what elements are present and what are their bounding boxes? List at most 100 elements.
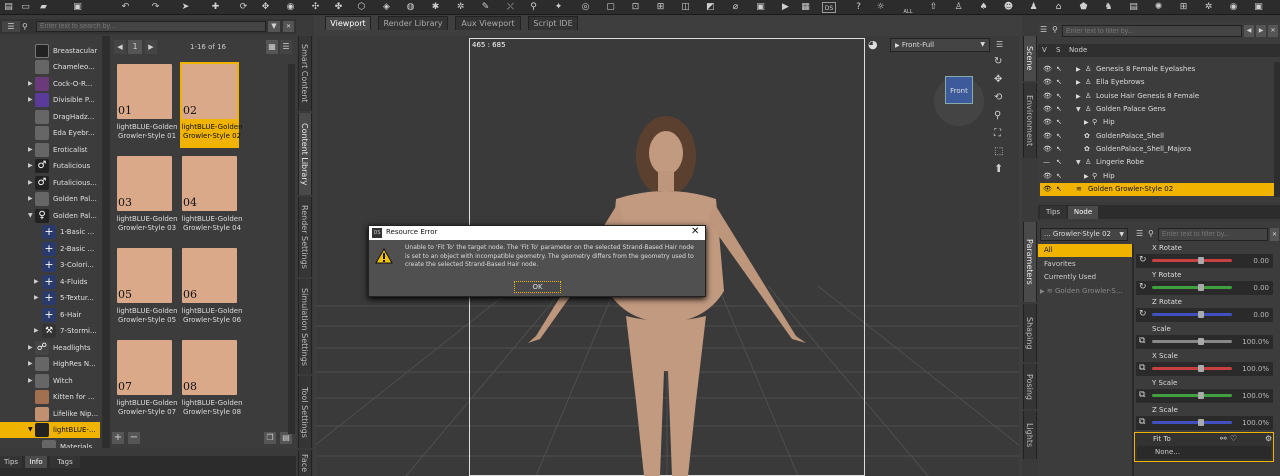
library-item[interactable]: 05 lightBLUE-Golden Growler-Style 05 [115, 246, 178, 332]
camera-icon[interactable]: ◎ [580, 2, 591, 13]
param-slider[interactable]: ↻ 0.00 [1136, 254, 1273, 268]
tree-item[interactable]: ▶ ⚒ 7-Stormi... [0, 323, 100, 339]
col-visible[interactable]: V [1042, 44, 1047, 57]
library-item[interactable]: 06 lightBLUE-Golden Growler-Style 06 [180, 246, 243, 332]
bulb-icon[interactable]: ✲ [1203, 2, 1214, 13]
clear-filter-icon[interactable]: ✕ [1268, 25, 1278, 37]
tab-tags[interactable]: Tags [50, 456, 80, 468]
up-icon[interactable]: ⬆ [994, 162, 1003, 175]
tree-item[interactable]: Kitten for ... [0, 389, 100, 405]
tab-tips[interactable]: Tips [1040, 206, 1066, 219]
sun-icon[interactable]: ☼ [875, 2, 886, 13]
tab-script-ide[interactable]: Script IDE [528, 16, 578, 30]
orbit-icon[interactable]: ↻ [994, 56, 1002, 67]
instance-icon[interactable]: ◩ [705, 2, 716, 13]
rotate-icon[interactable]: ⟳ [238, 2, 249, 13]
eye-icon[interactable]: 👁 [1043, 183, 1052, 196]
scroll-right-icon[interactable]: ▶ [1256, 25, 1266, 37]
camera-select[interactable]: ▶ Front-Full ▼ [890, 38, 990, 52]
param-y-scale[interactable]: Y Scale ⧉ 100.0% [1134, 378, 1274, 405]
expand-arrow-icon[interactable]: ▶ [28, 76, 33, 92]
menu-icon[interactable]: ☰ [996, 40, 1003, 49]
tab-face[interactable]: Face [298, 450, 312, 476]
slider-knob[interactable] [1198, 338, 1204, 345]
collapse-arrow-icon[interactable]: ▼ [28, 422, 33, 438]
save-icon[interactable]: ▣ [72, 2, 83, 13]
pointer-icon[interactable]: ↖ [1056, 76, 1062, 89]
group-currently-used[interactable]: Currently Used [1038, 271, 1132, 284]
group-favorites[interactable]: Favorites [1038, 258, 1132, 271]
tree-item[interactable]: ▶ ☍ Headlights [0, 340, 100, 356]
page-number[interactable]: 1 [128, 40, 142, 54]
scene-row[interactable]: 👁 ↖ ▶ ♙ Genesis 8 Female Eyelashes [1040, 63, 1274, 76]
pan-icon[interactable]: ✥ [994, 74, 1002, 85]
pointer-icon[interactable]: ↖ [1056, 103, 1062, 116]
render-settings-icon[interactable]: ⊞ [655, 2, 666, 13]
clear-filter-icon[interactable]: ✕ [1270, 228, 1279, 241]
expand-arrow-icon[interactable]: ▶ [28, 191, 33, 207]
tree-item[interactable]: ▶ Golden Pal... [0, 191, 100, 207]
param-value[interactable]: 0.00 [1253, 257, 1269, 265]
tree-item[interactable]: ▶ Witch [0, 373, 100, 389]
all-icon[interactable]: ALL [900, 2, 916, 15]
library-scrollbar[interactable] [288, 64, 295, 434]
undo-icon[interactable]: ↶ [120, 2, 131, 13]
eye-icon[interactable]: 👁 [1043, 143, 1052, 156]
param-slider[interactable]: ↻ 0.00 [1136, 281, 1273, 295]
pointer-icon[interactable]: ↖ [1056, 156, 1062, 169]
eye-closed-icon[interactable]: — [1043, 156, 1050, 169]
tree-item[interactable]: ▶ +4-Fluids [0, 274, 100, 290]
tab-environment[interactable]: Environment [1023, 83, 1037, 158]
tree-item[interactable]: ▶ Divisible P... [0, 92, 100, 108]
group-all[interactable]: All [1038, 244, 1132, 257]
param-fit-to[interactable]: Fit To ⚯ ♡ ⚙ None... [1134, 432, 1274, 462]
copy-icon[interactable]: ❐ [264, 432, 276, 444]
slider-knob[interactable] [1198, 257, 1204, 264]
scene-row-selected[interactable]: 👁 ↖ ≋ Golden Growler-Style 02 [1040, 183, 1274, 196]
expand-arrow-icon[interactable]: ▶ [28, 175, 33, 191]
grid-view-icon[interactable]: ▦ [266, 40, 278, 54]
expand-arrow-icon[interactable]: ▶ [1076, 90, 1081, 103]
param-scale[interactable]: Scale ⧉ 100.0% [1134, 324, 1274, 351]
render-icon[interactable]: ⊡ [630, 2, 641, 13]
geometry-editor-icon[interactable]: ⬡ [356, 2, 367, 13]
scene-menu-icon[interactable]: ☰ [1040, 25, 1050, 37]
param-slider[interactable]: ⧉ 100.0% [1136, 335, 1273, 349]
up-arrow-icon[interactable]: ⇧ [928, 2, 939, 13]
eye-icon[interactable]: 👁 [1043, 130, 1052, 143]
tab-aux-viewport[interactable]: Aux Viewport [455, 16, 521, 30]
param-z-scale[interactable]: Z Scale ⧉ 100.0% [1134, 405, 1274, 432]
region-nav-icon[interactable]: ◍ [405, 2, 416, 13]
scene-row[interactable]: 👁 ↖ ✿ GoldenPalace_Shell_Majora [1040, 143, 1274, 156]
joint-editor-icon[interactable]: ✤ [333, 2, 344, 13]
pointer-icon[interactable]: ↖ [1056, 143, 1062, 156]
spot-render-icon[interactable]: ▢ [605, 2, 616, 13]
expand-arrow-icon[interactable]: ▶ [1076, 63, 1081, 76]
param-value[interactable]: 100.0% [1242, 365, 1269, 373]
pointer-icon[interactable]: ↖ [1056, 63, 1062, 76]
collapse-arrow-icon[interactable]: ▼ [1076, 103, 1081, 116]
tab-shaping[interactable]: Shaping [1023, 304, 1037, 362]
tab-simulation-settings[interactable]: Simulation Settings [298, 279, 312, 374]
expand-arrow-icon[interactable]: ▶ [28, 356, 33, 372]
eye-icon[interactable]: 👁 [1043, 103, 1052, 116]
measure-icon[interactable]: ⌀ [730, 2, 741, 13]
redo-icon[interactable]: ↷ [150, 2, 161, 13]
filmstrip-icon[interactable]: ▦ [800, 2, 811, 13]
video-icon[interactable]: ▶ [780, 2, 791, 13]
collapse-arrow-icon[interactable]: ▼ [28, 208, 33, 224]
folder-icon[interactable]: ▤ [3, 2, 14, 13]
scene-row[interactable]: 👁 ↖ ▶ ♙ Ella Eyebrows [1040, 76, 1274, 89]
scene-row[interactable]: 👁 ↖ ✿ GoldenPalace_Shell [1040, 130, 1274, 143]
library-item[interactable]: 08 lightBLUE-Golden Growler-Style 08 [180, 338, 243, 424]
remove-button[interactable]: − [128, 432, 140, 444]
ds-icon[interactable]: DS [822, 2, 836, 13]
tree-item[interactable]: ▼ ♀ Golden Pal... [0, 208, 100, 224]
face-icon[interactable]: ☻ [1003, 2, 1014, 13]
active-pose-icon[interactable]: ✱ [430, 2, 441, 13]
tree-item[interactable]: DragHadz... [0, 109, 100, 125]
camera2-icon[interactable]: ◉ [1228, 2, 1239, 13]
param-value[interactable]: 100.0% [1242, 392, 1269, 400]
param-value[interactable]: 100.0% [1242, 338, 1269, 346]
hair-icon[interactable]: ♠ [978, 2, 989, 13]
